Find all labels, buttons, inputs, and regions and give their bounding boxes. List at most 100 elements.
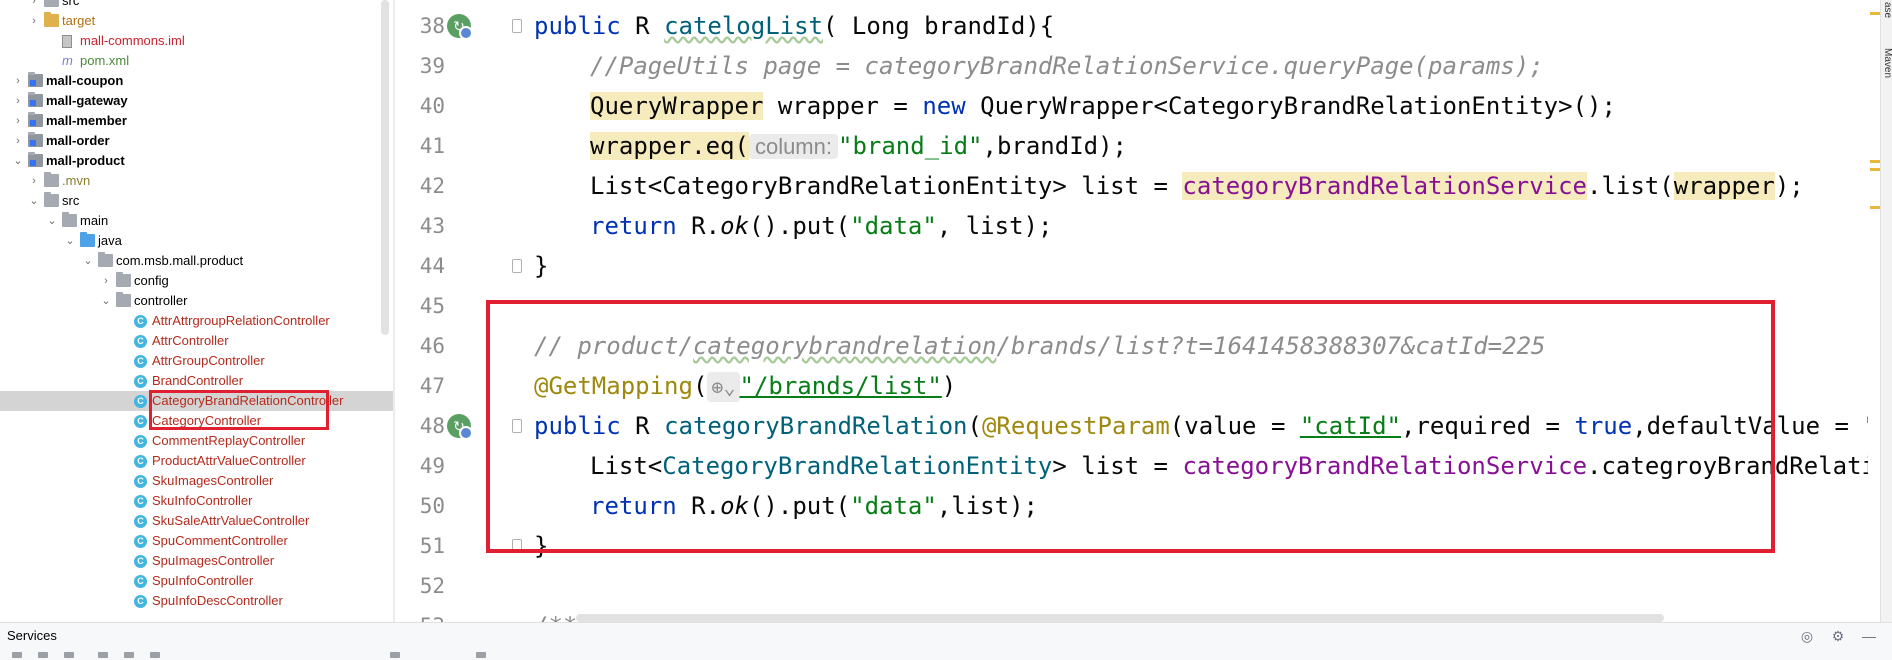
tree-item[interactable]: ⌄ java bbox=[0, 231, 393, 251]
chevron-right-icon[interactable]: › bbox=[11, 131, 25, 151]
toolbar-button-icon[interactable] bbox=[12, 652, 22, 658]
right-tool-strip: ase Maven bbox=[1880, 0, 1892, 622]
fold-marker-icon[interactable] bbox=[512, 259, 522, 273]
class-icon: C bbox=[134, 555, 147, 568]
chevron-down-icon[interactable]: ⌄ bbox=[63, 231, 77, 251]
chevron-right-icon[interactable]: › bbox=[27, 171, 41, 191]
token: ok bbox=[720, 492, 749, 520]
tree-item[interactable]: ⌄ mall-product bbox=[0, 151, 393, 171]
chevron-right-icon[interactable]: › bbox=[99, 271, 113, 291]
tree-item[interactable]: C SpuInfoDescController bbox=[0, 591, 393, 611]
tree-item[interactable]: C SkuInfoController bbox=[0, 491, 393, 511]
endpoint-gutter-icon[interactable]: ↻ bbox=[447, 14, 473, 40]
tree-item[interactable]: C SpuImagesController bbox=[0, 551, 393, 571]
fold-marker-icon[interactable] bbox=[512, 19, 522, 33]
token: ,brandId); bbox=[982, 132, 1128, 160]
token: ) bbox=[941, 372, 957, 400]
tree-item[interactable]: C SpuInfoController bbox=[0, 571, 393, 591]
toolbar-button-icon[interactable] bbox=[38, 652, 48, 658]
tree-item[interactable]: mall-commons.iml bbox=[0, 31, 393, 51]
minimize-icon[interactable]: — bbox=[1862, 629, 1876, 643]
token: ,required = bbox=[1401, 412, 1575, 440]
tree-scrollbar[interactable] bbox=[381, 0, 389, 335]
tree-item[interactable]: C ProductAttrValueController bbox=[0, 451, 393, 471]
tree-item[interactable]: C AttrGroupController bbox=[0, 351, 393, 371]
chevron-down-icon[interactable]: ⌄ bbox=[45, 211, 59, 231]
tree-item[interactable]: C BrandController bbox=[0, 371, 393, 391]
token: ().put( bbox=[748, 492, 851, 520]
token: CategoryBrandRelationEntity bbox=[662, 452, 1053, 480]
folder-icon bbox=[80, 232, 95, 247]
tree-item[interactable]: C AttrAttrgroupRelationController bbox=[0, 311, 393, 331]
token: categoryBrandRelationService bbox=[1182, 452, 1588, 480]
error-stripe-mark[interactable] bbox=[1870, 168, 1880, 171]
token: categoryBrandRelationService bbox=[1182, 172, 1587, 200]
tree-item[interactable]: C AttrController bbox=[0, 331, 393, 351]
error-stripe-mark[interactable] bbox=[1870, 206, 1880, 209]
chevron-right-icon[interactable]: › bbox=[27, 0, 41, 11]
toolbar-button-icon[interactable] bbox=[124, 652, 134, 658]
toolbar-button-icon[interactable] bbox=[98, 652, 108, 658]
chevron-down-icon[interactable]: ⌄ bbox=[11, 151, 25, 171]
chevron-right-icon[interactable]: › bbox=[11, 91, 25, 111]
tree-item[interactable]: › mall-order bbox=[0, 131, 393, 151]
tree-item[interactable]: C CategoryBrandRelationController bbox=[0, 391, 393, 411]
project-tree[interactable]: › src › target mall-commons.iml m pom.xml › mall… bbox=[0, 0, 393, 622]
class-icon: C bbox=[134, 435, 147, 448]
toolbar-button-icon[interactable] bbox=[390, 652, 400, 658]
tree-item[interactable]: C CommentReplayController bbox=[0, 431, 393, 451]
toolbar-button-icon[interactable] bbox=[476, 652, 486, 658]
tree-item[interactable]: C SpuCommentController bbox=[0, 531, 393, 551]
error-stripe-mark[interactable] bbox=[1870, 12, 1880, 15]
tree-item[interactable]: ⌄ src bbox=[0, 191, 393, 211]
chevron-down-icon[interactable]: ⌄ bbox=[81, 251, 95, 271]
class-icon: C bbox=[134, 455, 147, 468]
maven-file-icon: m bbox=[62, 53, 73, 68]
tree-item-label: src bbox=[62, 0, 80, 8]
token: ); bbox=[1774, 172, 1804, 200]
chevron-right-icon[interactable]: › bbox=[11, 111, 25, 131]
maven-tab[interactable]: Maven bbox=[1881, 48, 1892, 78]
chevron-right-icon[interactable]: › bbox=[11, 71, 25, 91]
database-tab[interactable]: ase bbox=[1881, 2, 1892, 18]
services-title[interactable]: Services bbox=[7, 628, 57, 643]
url-hint[interactable]: ⊕⌄ bbox=[707, 372, 740, 402]
horizontal-scrollbar[interactable] bbox=[576, 614, 1664, 622]
line-number: 44 bbox=[419, 254, 445, 278]
endpoint-gutter-icon[interactable]: ↻ bbox=[447, 414, 473, 440]
toolbar-button-icon[interactable] bbox=[150, 652, 160, 658]
tree-item[interactable]: m pom.xml bbox=[0, 51, 393, 71]
vertical-scrollbar[interactable] bbox=[1868, 0, 1880, 622]
token: QueryWrapper<CategoryBrandRelationEntity… bbox=[965, 92, 1616, 120]
tree-item[interactable]: › src bbox=[0, 0, 393, 11]
tree-item[interactable]: › .mvn bbox=[0, 171, 393, 191]
tree-item[interactable]: ⌄ controller bbox=[0, 291, 393, 311]
tree-item[interactable]: › mall-coupon bbox=[0, 71, 393, 91]
chevron-right-icon[interactable]: › bbox=[27, 11, 41, 31]
chevron-down-icon[interactable]: ⌄ bbox=[99, 291, 113, 311]
tree-item[interactable]: ⌄ com.msb.mall.product bbox=[0, 251, 393, 271]
token: @GetMapping bbox=[534, 372, 693, 400]
toolbar-button-icon[interactable] bbox=[64, 652, 74, 658]
tree-item[interactable]: › config bbox=[0, 271, 393, 291]
globe-icon[interactable]: ◎ bbox=[1800, 629, 1814, 643]
code-editor[interactable]: public R catelogList( Long brandId){ //P… bbox=[522, 0, 1868, 622]
tree-item[interactable]: C CategoryController bbox=[0, 411, 393, 431]
tree-item[interactable]: C SkuImagesController bbox=[0, 471, 393, 491]
tree-item[interactable]: ⌄ main bbox=[0, 211, 393, 231]
token: new bbox=[922, 92, 966, 120]
fold-marker-icon[interactable] bbox=[512, 539, 522, 553]
tree-item[interactable]: › mall-gateway bbox=[0, 91, 393, 111]
code-line-51: } bbox=[534, 526, 548, 566]
tree-item[interactable]: › target bbox=[0, 11, 393, 31]
folder-icon bbox=[62, 212, 77, 227]
tree-item[interactable]: › mall-member bbox=[0, 111, 393, 131]
chevron-down-icon[interactable]: ⌄ bbox=[27, 191, 41, 211]
error-stripe-mark[interactable] bbox=[1870, 160, 1880, 163]
token: public bbox=[534, 12, 621, 40]
module-folder-icon bbox=[28, 72, 43, 87]
gear-icon[interactable]: ⚙ bbox=[1831, 629, 1845, 643]
tree-item[interactable]: C SkuSaleAttrValueController bbox=[0, 511, 393, 531]
class-icon: C bbox=[134, 475, 147, 488]
fold-marker-icon[interactable] bbox=[512, 419, 522, 433]
